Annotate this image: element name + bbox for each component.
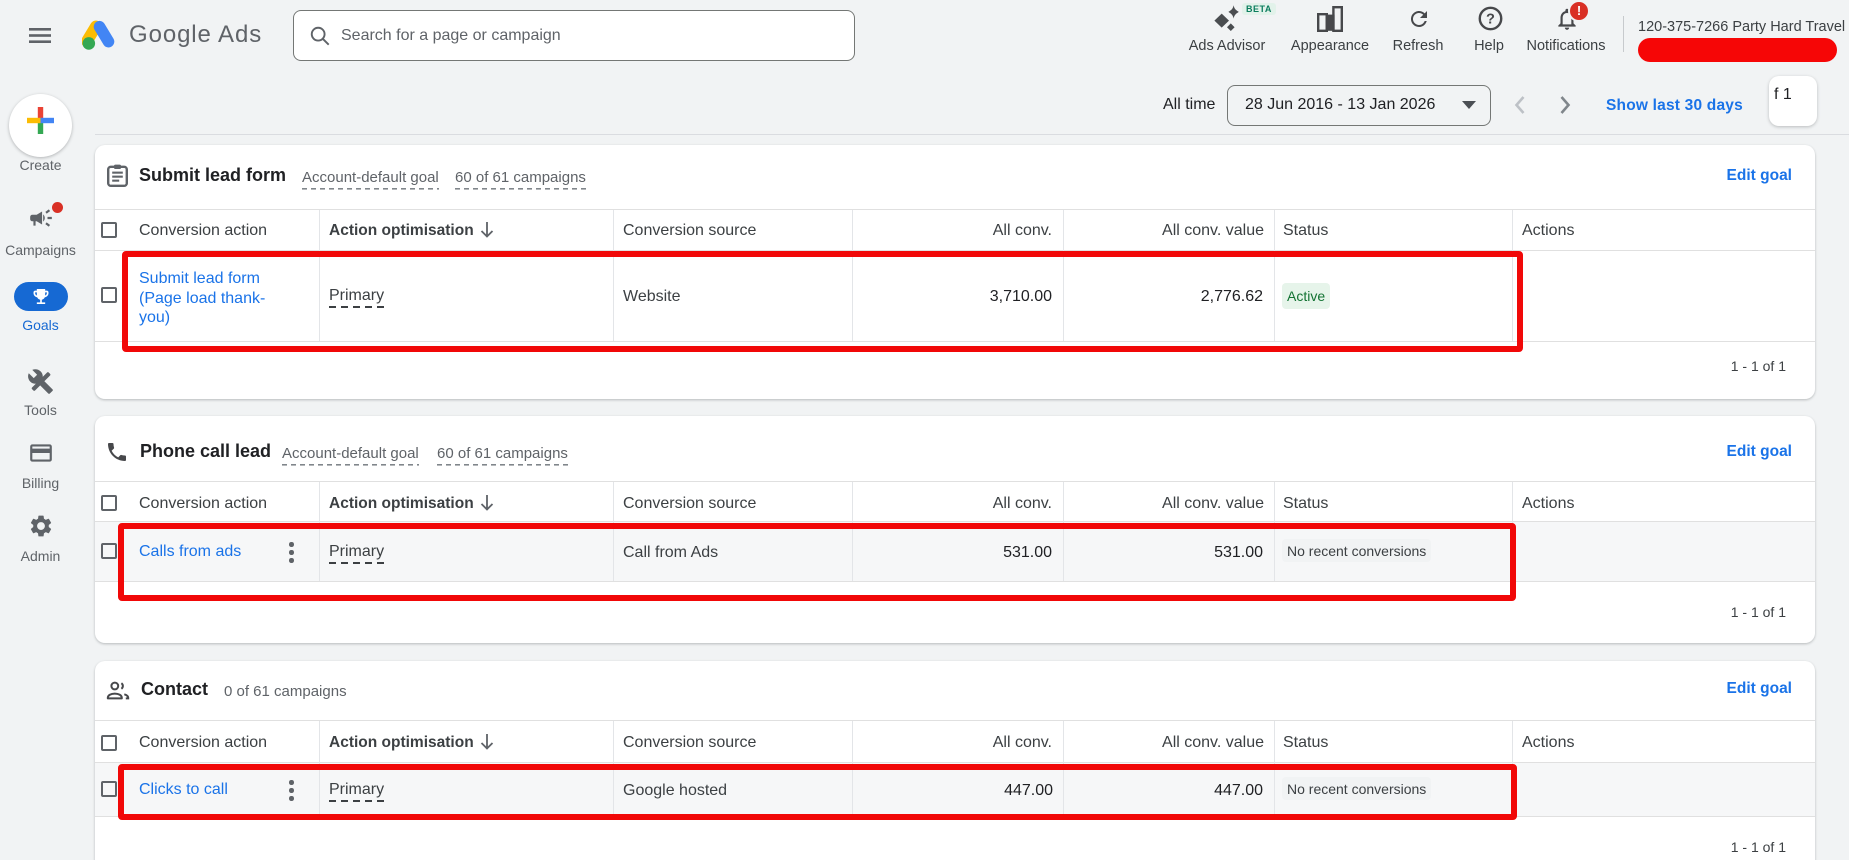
svg-text:?: ? xyxy=(1486,12,1495,28)
